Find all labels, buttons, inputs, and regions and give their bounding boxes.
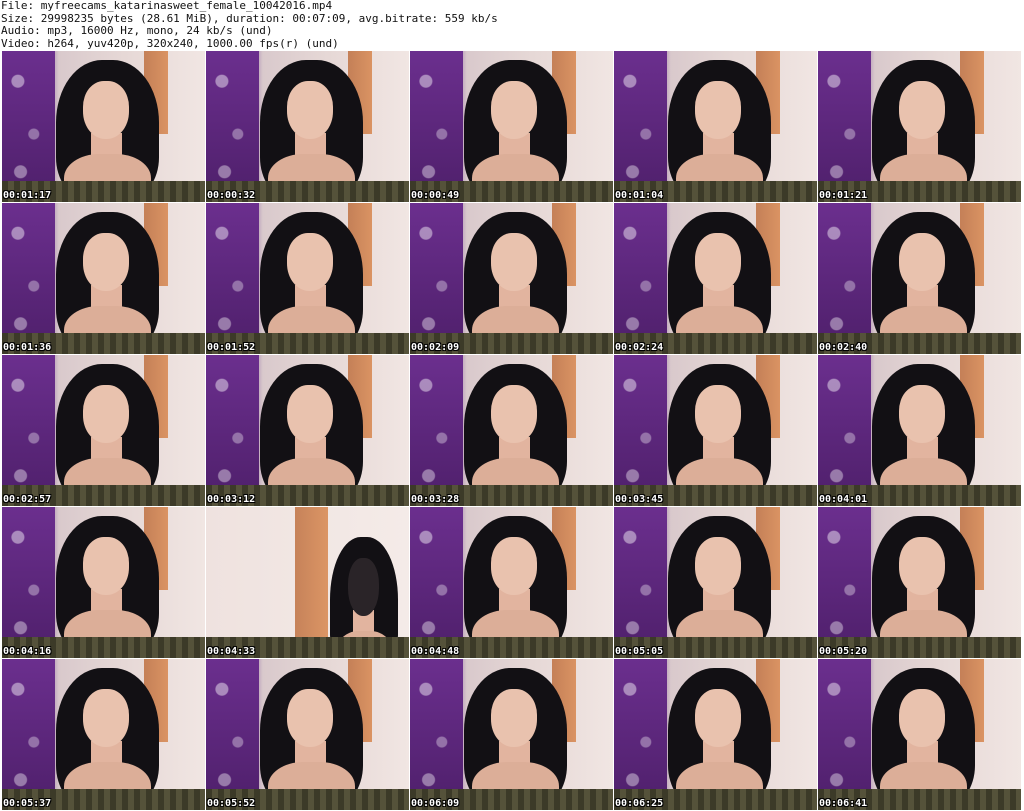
face [695,81,742,139]
video-thumbnail: 00:03:12 [206,355,409,506]
thumbnail-timestamp: 00:03:28 [411,494,460,505]
video-thumbnail: 00:05:20 [818,507,1021,658]
video-thumbnail: 00:04:33 [206,507,409,658]
video-thumbnail: 00:05:05 [614,507,817,658]
thumbnail-timestamp: 00:01:36 [3,342,52,353]
face [899,537,946,595]
audio-info-line: Audio: mp3, 16000 Hz, mono, 24 kb/s (und… [1,24,273,37]
thumbnail-timestamp: 00:05:37 [3,798,52,809]
thumbnail-timestamp: 00:05:20 [819,646,868,657]
face [899,689,946,747]
video-thumbnail: 00:04:16 [2,507,205,658]
video-thumbnail: 00:04:48 [410,507,613,658]
video-thumbnail: 00:02:24 [614,203,817,354]
thumbnail-timestamp: 00:01:04 [615,190,664,201]
video-thumbnail: 00:00:49 [410,51,613,202]
thumbnail-timestamp: 00:03:45 [615,494,664,505]
thumbnail-timestamp: 00:02:09 [411,342,460,353]
face [83,81,130,139]
face [287,81,334,139]
video-thumbnail: 00:04:01 [818,355,1021,506]
face [491,233,538,291]
video-thumbnail: 00:03:45 [614,355,817,506]
thumbnail-timestamp: 00:04:33 [207,646,256,657]
thumbnail-timestamp: 00:01:17 [3,190,52,201]
thumbnail-timestamp: 00:05:52 [207,798,256,809]
face [695,233,742,291]
thumbnail-timestamp: 00:04:01 [819,494,868,505]
thumbnail-timestamp: 00:05:05 [615,646,664,657]
video-thumbnail: 00:03:28 [410,355,613,506]
face [348,558,379,616]
face [83,689,130,747]
thumbnail-timestamp: 00:06:09 [411,798,460,809]
video-thumbnail: 00:01:36 [2,203,205,354]
video-info-line: Video: h264, yuv420p, 320x240, 1000.00 f… [1,36,339,50]
face [287,385,334,443]
video-thumbnail: 00:05:37 [2,659,205,810]
face [491,81,538,139]
face [491,385,538,443]
file-info-header: File: myfreecams_katarinasweet_female_10… [0,0,1024,50]
video-thumbnail: 00:06:25 [614,659,817,810]
video-thumbnail: 00:00:32 [206,51,409,202]
face [695,537,742,595]
face [491,537,538,595]
thumbnail-timestamp: 00:02:57 [3,494,52,505]
face [695,689,742,747]
face [491,689,538,747]
face [695,385,742,443]
thumbnail-timestamp: 00:01:52 [207,342,256,353]
face [899,233,946,291]
face [83,233,130,291]
thumbnail-timestamp: 00:00:49 [411,190,460,201]
video-thumbnail: 00:05:52 [206,659,409,810]
video-thumbnail: 00:02:40 [818,203,1021,354]
thumbnail-grid: 00:01:17 00:00:32 00:00:49 00:01:04 00:01:21… [2,51,1021,810]
video-thumbnail: 00:02:57 [2,355,205,506]
video-thumbnail: 00:06:09 [410,659,613,810]
thumbnail-timestamp: 00:04:48 [411,646,460,657]
thumbnail-timestamp: 00:04:16 [3,646,52,657]
thumbnail-timestamp: 00:01:21 [819,190,868,201]
video-thumbnail: 00:01:04 [614,51,817,202]
file-name-line: File: myfreecams_katarinasweet_female_10… [1,0,333,12]
video-thumbnail: 00:01:17 [2,51,205,202]
face [899,81,946,139]
face [899,385,946,443]
thumbnail-timestamp: 00:02:24 [615,342,664,353]
video-thumbnail: 00:02:09 [410,203,613,354]
video-thumbnail: 00:01:52 [206,203,409,354]
face [287,233,334,291]
face [287,689,334,747]
video-thumbnail: 00:06:41 [818,659,1021,810]
face [83,385,130,443]
face [83,537,130,595]
thumbnail-timestamp: 00:03:12 [207,494,256,505]
thumbnail-timestamp: 00:02:40 [819,342,868,353]
thumbnail-timestamp: 00:06:41 [819,798,868,809]
thumbnail-timestamp: 00:00:32 [207,190,256,201]
video-thumbnail: 00:01:21 [818,51,1021,202]
thumbnail-timestamp: 00:06:25 [615,798,664,809]
